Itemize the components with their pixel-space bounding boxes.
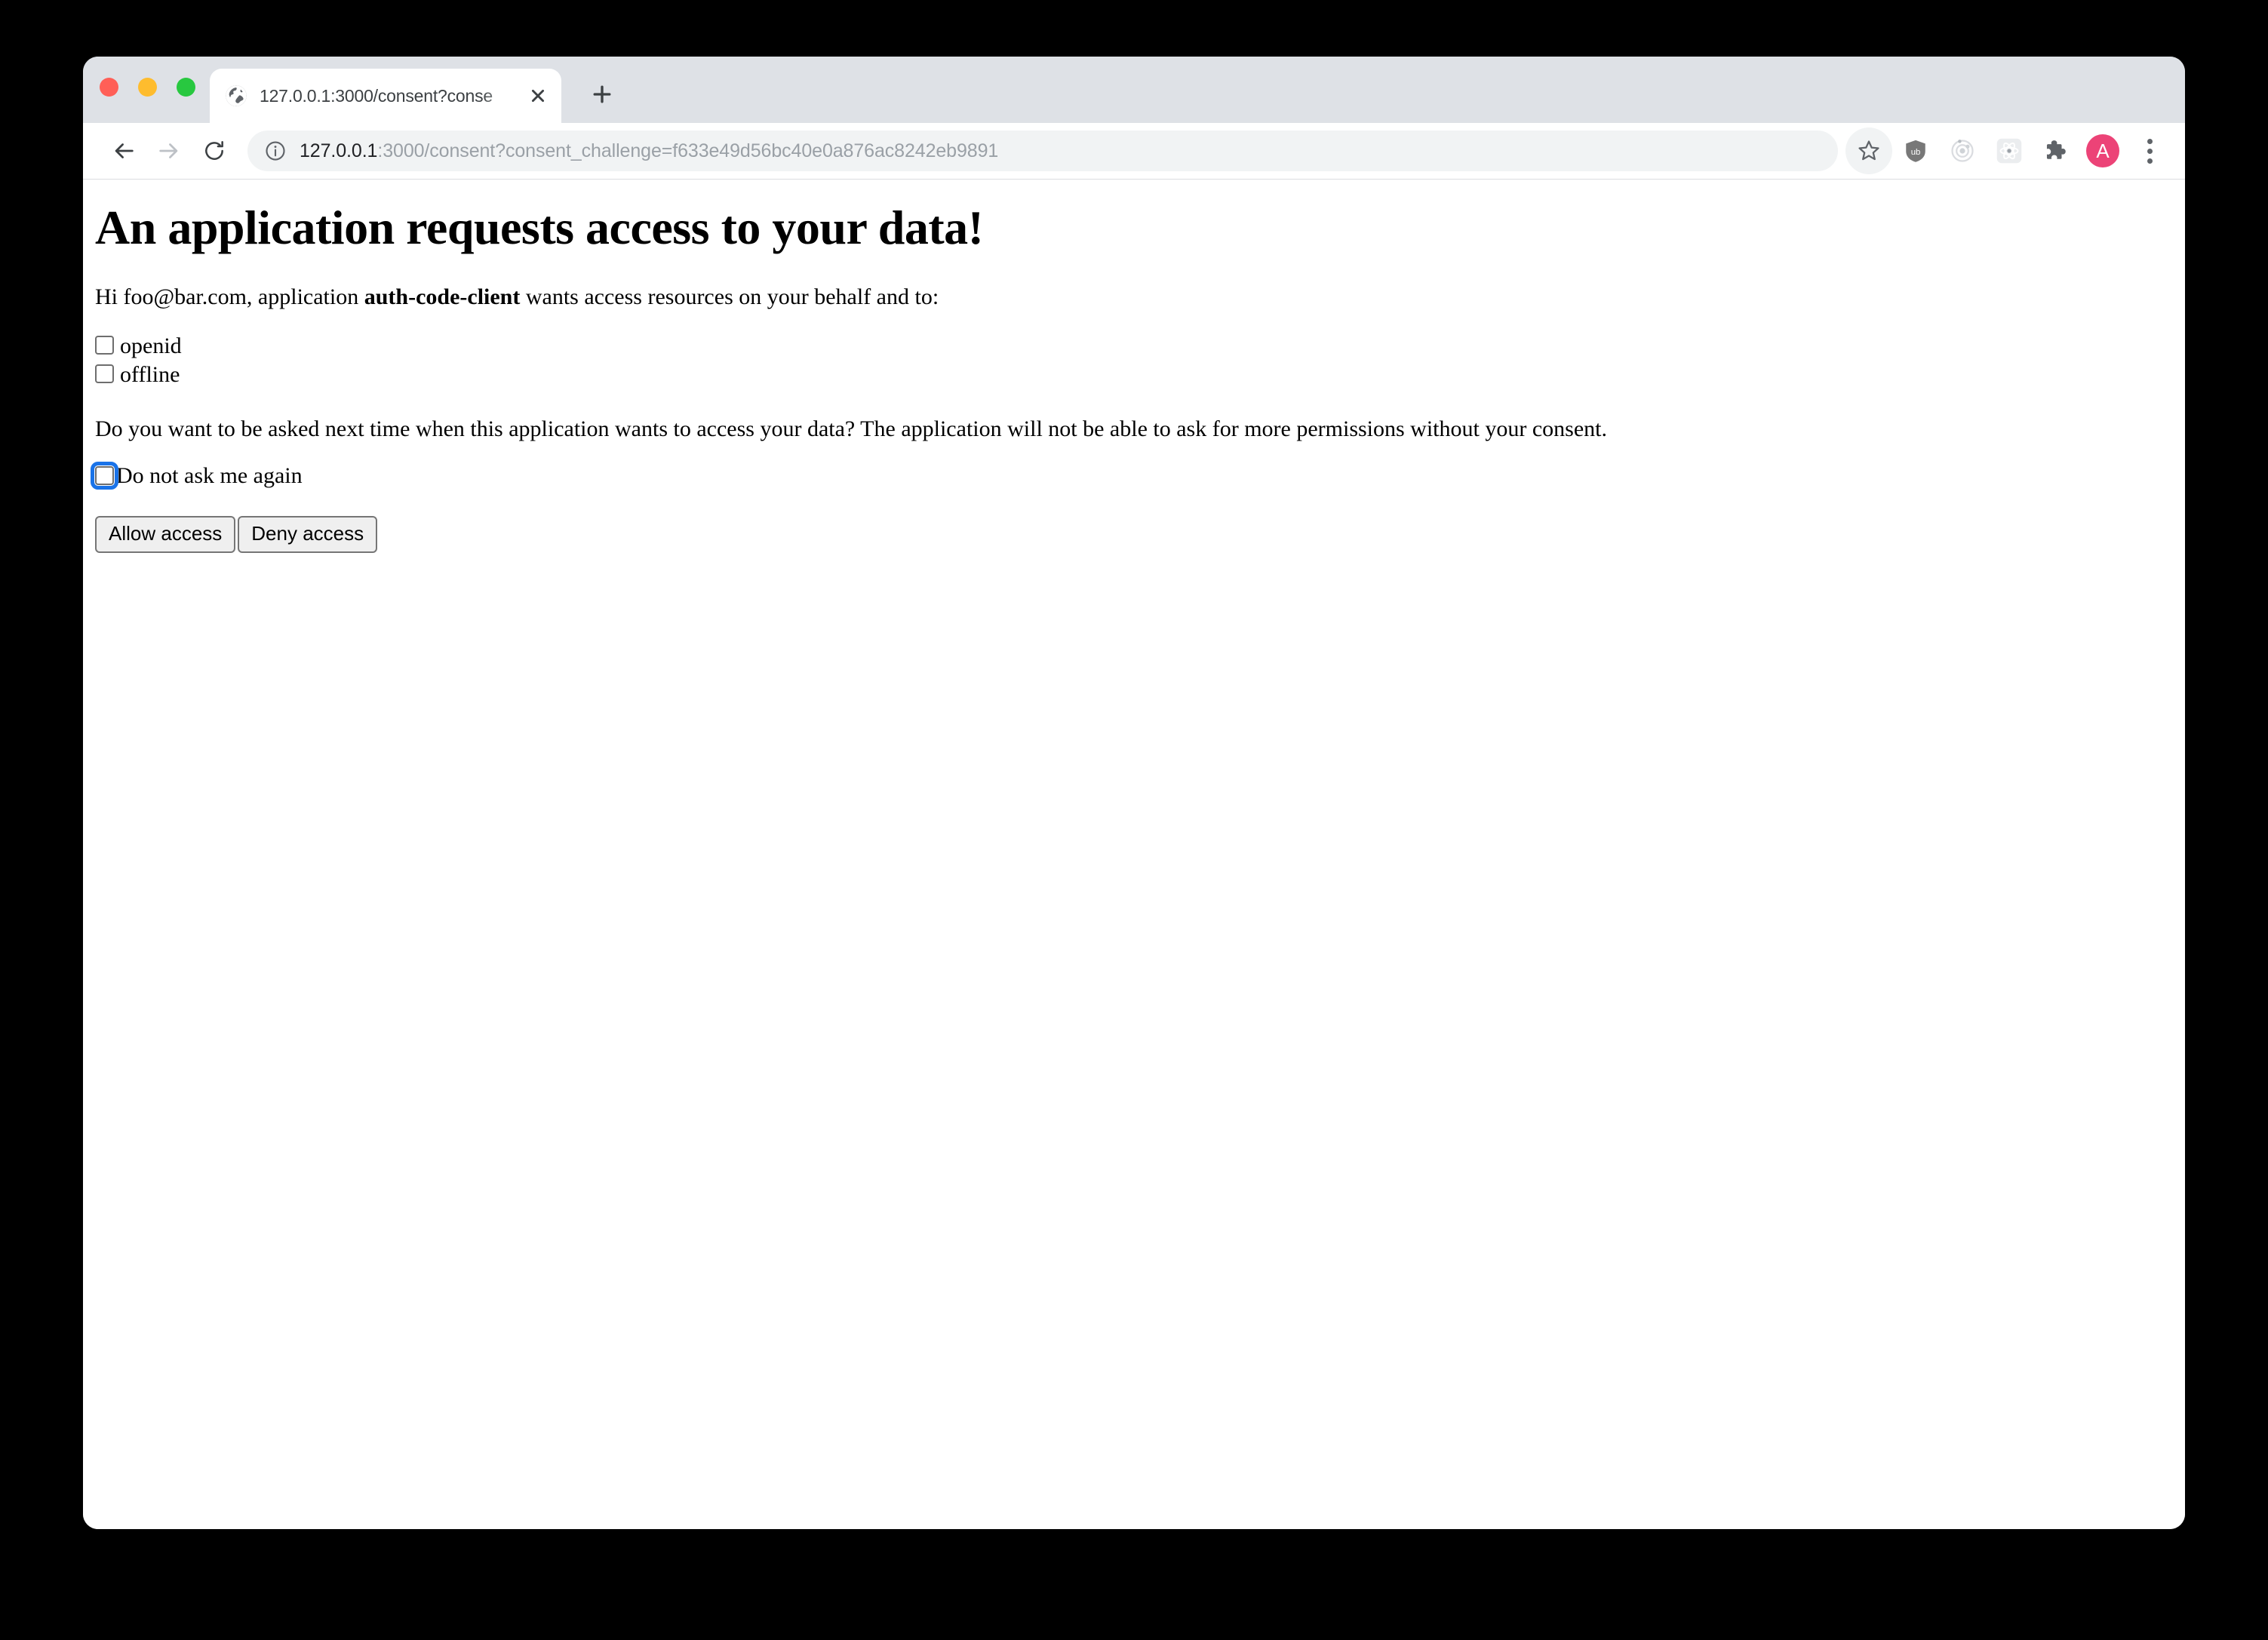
scope-checkbox-offline[interactable] (95, 364, 114, 384)
scope-label-openid: openid (120, 333, 182, 358)
greeting-prefix: Hi foo@bar.com, application (95, 284, 364, 310)
forward-arrow-icon (146, 128, 192, 174)
do-not-ask-again-label: Do not ask me again (116, 463, 303, 489)
reload-icon[interactable] (192, 128, 237, 174)
scope-list: openid offline (95, 332, 2173, 389)
react-devtools-icon[interactable] (1986, 127, 2033, 174)
chrome-menu-icon[interactable] (2126, 127, 2173, 174)
kebab-dots (2147, 138, 2153, 164)
page-title: An application requests access to your d… (95, 201, 984, 254)
greeting-text: Hi foo@bar.com, application auth-code-cl… (95, 284, 2173, 311)
remember-question-text: Do you want to be asked next time when t… (95, 416, 1607, 441)
back-arrow-icon[interactable] (101, 128, 146, 174)
profile-avatar[interactable]: A (2079, 127, 2126, 174)
bookmark-star-icon[interactable] (1845, 127, 1892, 174)
new-tab-button[interactable] (582, 75, 622, 114)
address-bar-url: 127.0.0.1:3000/consent?consent_challenge… (300, 140, 998, 162)
remember-choice-row[interactable]: Do not ask me again (91, 461, 2173, 490)
scope-checkbox-openid[interactable] (95, 336, 114, 355)
ublock-origin-icon[interactable]: ub (1892, 127, 1939, 174)
tab-strip: 127.0.0.1:3000/consent?conse (83, 57, 2185, 123)
minimize-window-button[interactable] (138, 78, 157, 97)
browser-window: 127.0.0.1:3000/consent?conse 127.0.0.1:3… (83, 57, 2185, 1529)
client-name: auth-code-client (364, 284, 521, 310)
greeting-suffix: wants access resources on your behalf an… (520, 284, 939, 310)
scope-item-openid[interactable]: openid (95, 332, 2173, 361)
consent-page: An application requests access to your d… (83, 180, 2185, 1529)
address-bar[interactable]: 127.0.0.1:3000/consent?consent_challenge… (247, 131, 1838, 171)
url-path: :3000/consent?consent_challenge=f633e49d… (377, 140, 999, 161)
info-circle-icon[interactable] (264, 140, 287, 162)
deny-access-button[interactable]: Deny access (238, 516, 378, 553)
allow-access-button[interactable]: Allow access (95, 516, 236, 553)
window-traffic-lights (100, 78, 195, 97)
scope-item-offline[interactable]: offline (95, 361, 2173, 389)
do-not-ask-again-checkbox[interactable] (91, 461, 118, 490)
close-tab-button[interactable] (525, 83, 551, 109)
avatar-initial: A (2086, 134, 2119, 167)
svg-text:ub: ub (1911, 148, 1921, 157)
consent-actions: Allow access Deny access (95, 516, 2173, 553)
tab-title: 127.0.0.1:3000/consent?conse (260, 85, 493, 106)
browser-tab[interactable]: 127.0.0.1:3000/consent?conse (210, 69, 561, 123)
maximize-window-button[interactable] (177, 78, 195, 97)
close-window-button[interactable] (100, 78, 118, 97)
globe-icon (225, 84, 247, 107)
orbit-icon[interactable] (1939, 127, 1986, 174)
url-host: 127.0.0.1 (300, 140, 378, 161)
toolbar-actions: ub A (1845, 127, 2173, 174)
scope-label-offline: offline (120, 361, 180, 387)
browser-toolbar: 127.0.0.1:3000/consent?consent_challenge… (83, 123, 2185, 180)
extensions-puzzle-icon[interactable] (2033, 127, 2079, 174)
